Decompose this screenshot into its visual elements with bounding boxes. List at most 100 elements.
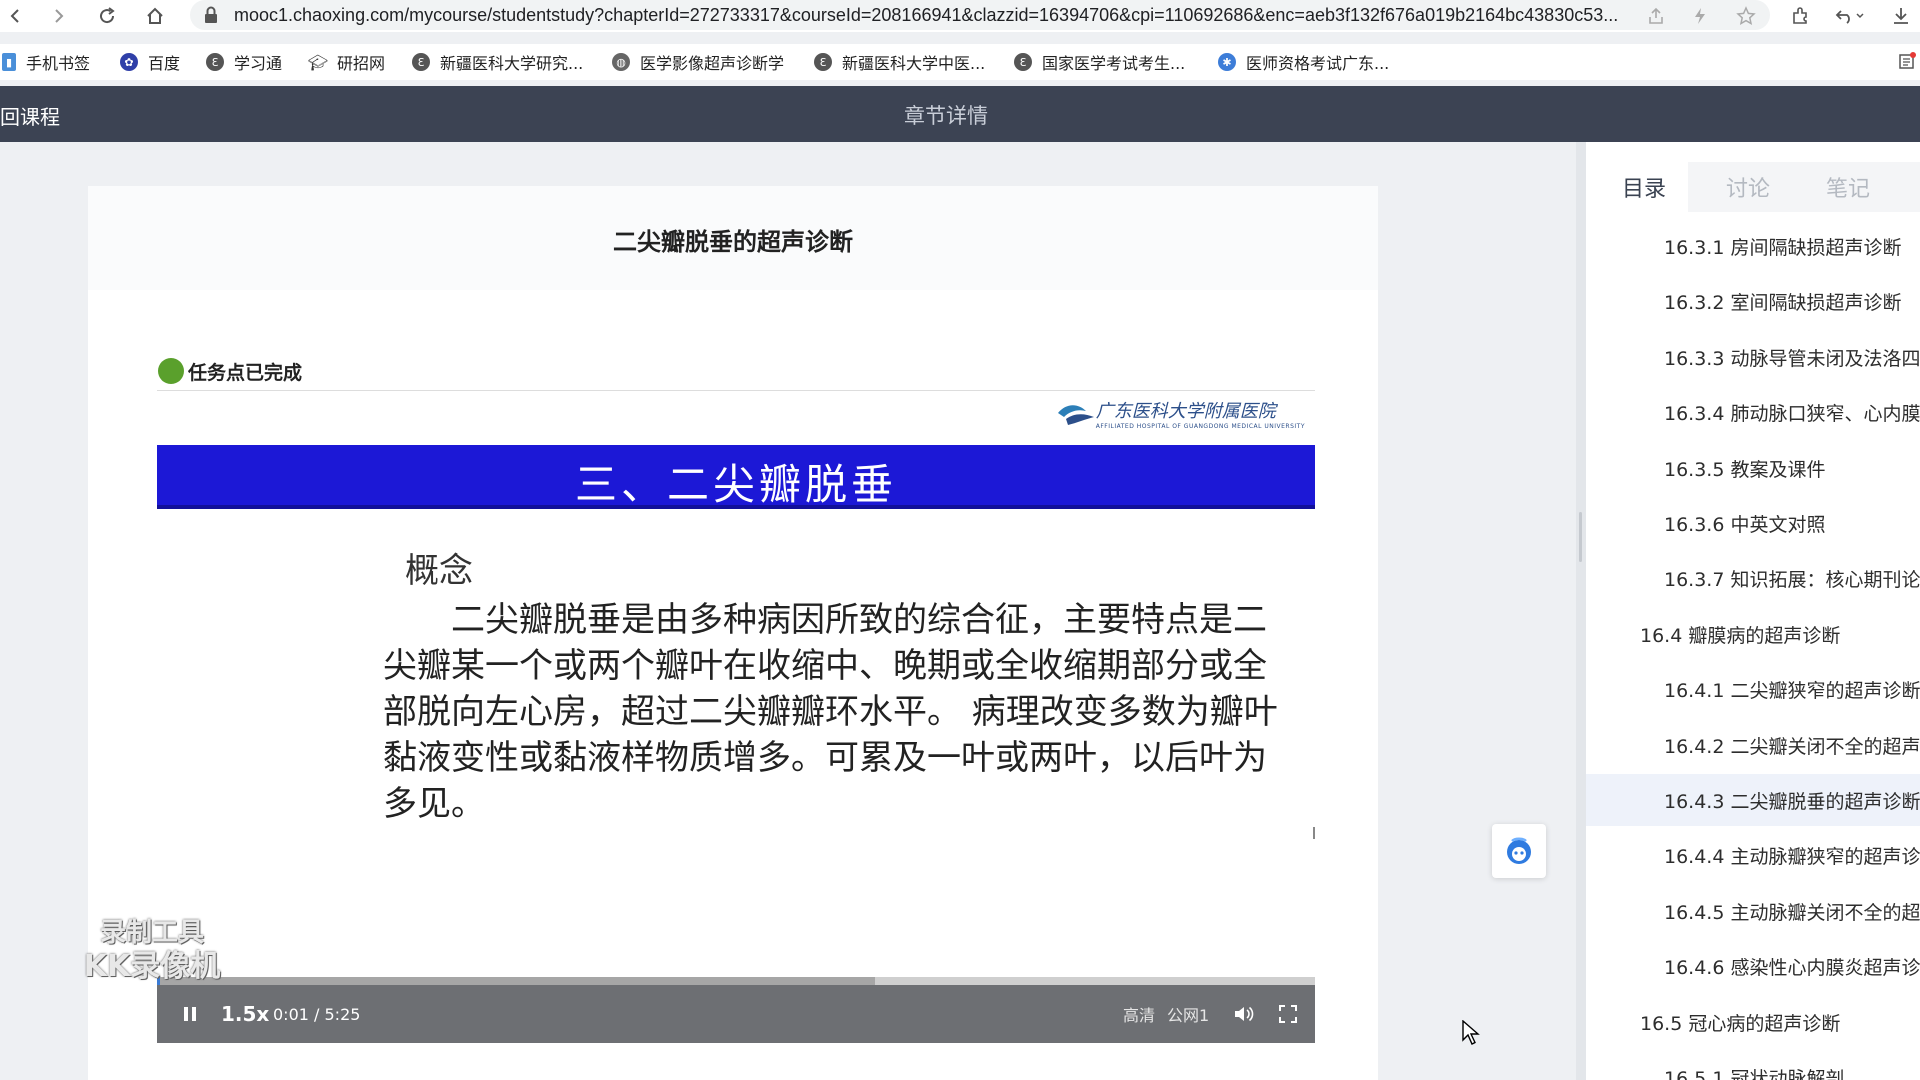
toc-lesson-item[interactable]: 16.3.4 肺动脉口狭窄、心内膜 [1586, 386, 1920, 438]
sidebar-tabs: 目录 讨论 笔记 [1600, 162, 1920, 212]
bookmark-label: 手机书签 [26, 54, 91, 73]
xuexitong-icon: Ɛ [206, 53, 224, 71]
assistant-float-button[interactable] [1492, 824, 1546, 878]
playback-rate-button[interactable]: 1.5x [221, 985, 269, 1043]
baidu-paw-icon: ✿ [120, 53, 138, 71]
mobile-bookmark-icon: ▮ [2, 53, 16, 71]
reading-list-icon[interactable] [1894, 48, 1920, 74]
lightning-icon[interactable] [1687, 3, 1713, 29]
logo-subtext: AFFILIATED HOSPITAL OF GUANGDONG MEDICAL… [1095, 423, 1305, 430]
bookmark-label: 医学影像超声诊断学 [640, 54, 785, 73]
bookmark-label: 学习通 [234, 54, 283, 73]
card-header: 二尖瓣脱垂的超声诊断 [88, 186, 1378, 290]
toc-lesson-item[interactable]: 16.4.2 二尖瓣关闭不全的超声 [1586, 719, 1920, 771]
toc-lesson-item[interactable]: 16.3.5 教案及课件 [1586, 442, 1920, 494]
chapter-title: 二尖瓣脱垂的超声诊断 [613, 228, 853, 256]
home-icon[interactable] [142, 3, 168, 29]
progress-bar[interactable] [157, 977, 1315, 985]
app-header: 回课程 章节详情 [0, 86, 1920, 142]
panel-splitter[interactable] [1576, 142, 1586, 1080]
bookmark-label: 国家医学考试考生... [1042, 54, 1186, 73]
toc-lesson-item[interactable]: 16.3.3 动脉导管未闭及法洛四 [1586, 331, 1920, 383]
bookmark-label: 新疆医科大学中医... [842, 54, 986, 73]
fullscreen-icon [1279, 1005, 1297, 1023]
player-controls: 1.5x 0:01 / 5:25 高清 公网1 [157, 985, 1315, 1043]
globe-icon: ◍ [612, 53, 630, 71]
pause-icon [184, 1007, 196, 1021]
quality-selector[interactable]: 高清 [1123, 985, 1155, 1043]
slide-body-text: 二尖瓣脱垂是由多种病因所致的综合征，主要特点是二尖瓣某一个或两个瓣叶在收缩中、晚… [383, 600, 1278, 824]
share-icon[interactable] [1643, 3, 1669, 29]
bookmark-item[interactable]: Ɛ 新疆医科大学研究... [412, 50, 583, 74]
bookmark-item[interactable]: ◍ 医学影像超声诊断学 [612, 50, 784, 74]
tab-catalog[interactable]: 目录 [1600, 162, 1689, 212]
task-status: 任务点已完成 [158, 356, 302, 386]
address-bar[interactable]: mooc1.chaoxing.com/mycourse/studentstudy… [190, 0, 1770, 30]
page-title: 章节详情 [904, 104, 988, 128]
bookmark-label: 研招网 [337, 54, 386, 73]
volume-icon [1235, 1006, 1254, 1022]
video-player[interactable]: 广东医科大学附属医院 AFFILIATED HOSPITAL OF GUANGD… [157, 390, 1315, 1043]
bookmark-item[interactable]: ✿ 百度 [120, 50, 180, 74]
toc-lesson-item[interactable]: 16.4.1 二尖瓣狭窄的超声诊断 [1586, 663, 1920, 715]
reload-icon[interactable] [94, 3, 120, 29]
lock-icon [204, 6, 218, 28]
hospital-logo-icon [1057, 404, 1094, 425]
slide-body: 二尖瓣脱垂是由多种病因所致的综合征，主要特点是二尖瓣某一个或两个瓣叶在收缩中、晚… [383, 597, 1283, 827]
bookmark-item[interactable]: 🎓︎ 研招网 [307, 50, 386, 74]
forward-arrow-icon[interactable] [46, 3, 72, 29]
line-selector[interactable]: 公网1 [1167, 985, 1209, 1043]
tab-notes[interactable]: 笔记 [1804, 162, 1892, 212]
toc-lesson-item[interactable]: 16.3.6 中英文对照 [1586, 497, 1920, 549]
tab-discussion[interactable]: 讨论 [1704, 162, 1792, 212]
bookmark-item[interactable]: ✱ 医师资格考试广东... [1218, 50, 1389, 74]
xuexitong-icon: Ɛ [412, 53, 430, 71]
recorder-watermark: 录制工具 KK录像机 [72, 916, 232, 984]
bookmark-item[interactable]: Ɛ 国家医学考试考生... [1014, 50, 1185, 74]
toc-lesson-item[interactable]: 16.4.5 主动脉瓣关闭不全的超 [1586, 885, 1920, 937]
task-complete-icon [158, 358, 184, 384]
download-icon[interactable] [1888, 3, 1914, 29]
watermark-line2: KK录像机 [83, 949, 221, 984]
toc-lesson-item[interactable]: 16.3.1 房间隔缺损超声诊断 [1586, 220, 1920, 272]
bookmark-item[interactable]: Ɛ 学习通 [206, 50, 282, 74]
undo-history-icon[interactable] [1831, 3, 1871, 29]
exam-site-icon: ✱ [1218, 53, 1236, 71]
toc-section-item[interactable]: 16.5 冠心病的超声诊断 [1586, 996, 1920, 1048]
time-display: 0:01 / 5:25 [273, 1004, 361, 1024]
extensions-icon[interactable] [1787, 3, 1813, 29]
xuexitong-icon: Ɛ [814, 53, 832, 71]
logo-text: 广东医科大学附属医院 [1095, 401, 1276, 422]
toc-lesson-item[interactable]: 16.4.3 二尖瓣脱垂的超声诊断 [1586, 774, 1920, 826]
bookmark-item[interactable]: Ɛ 新疆医科大学中医... [814, 50, 985, 74]
url-text[interactable]: mooc1.chaoxing.com/mycourse/studentstudy… [234, 5, 1618, 26]
mouse-cursor-icon [1462, 1019, 1480, 1050]
fullscreen-button[interactable] [1275, 985, 1301, 1043]
toc-lesson-item[interactable]: 16.4.4 主动脉瓣狭窄的超声诊 [1586, 829, 1920, 881]
hospital-logo: 广东医科大学附属医院 AFFILIATED HOSPITAL OF GUANGD… [1056, 397, 1305, 430]
slide-mark [1313, 827, 1315, 839]
toc-lesson-item[interactable]: 16.3.2 室间隔缺损超声诊断 [1586, 275, 1920, 327]
progress-buffered [157, 977, 875, 985]
back-to-course-link[interactable]: 回课程 [0, 101, 60, 130]
bookmark-item[interactable]: ▮ 手机书签 [2, 50, 90, 74]
slide-heading: 三、二尖瓣脱垂 [574, 460, 897, 509]
toc-lesson-item[interactable]: 16.3.7 知识拓展：核心期刊论 [1586, 552, 1920, 604]
slide-concept-label: 概念 [405, 551, 473, 591]
splitter-grip[interactable] [1579, 512, 1582, 562]
toc-lesson-item[interactable]: 16.4.6 感染性心内膜炎超声诊 [1586, 940, 1920, 992]
toc-lesson-item[interactable]: 16.5.1 冠状动脉解剖 [1586, 1051, 1920, 1080]
star-bookmark-icon[interactable] [1733, 3, 1759, 29]
volume-button[interactable] [1231, 985, 1257, 1043]
graduation-cap-icon: 🎓︎ [307, 52, 329, 72]
slide-heading-band: 三、二尖瓣脱垂 [157, 445, 1315, 509]
bookmarks-bar: ▮ 手机书签 ✿ 百度 Ɛ 学习通 🎓︎ 研招网 Ɛ 新疆医科大学研究... ◍… [0, 44, 1920, 80]
bookmark-label: 新疆医科大学研究... [440, 54, 584, 73]
xuexitong-icon: Ɛ [1014, 53, 1032, 71]
task-status-text: 任务点已完成 [188, 361, 303, 384]
bookmark-label: 医师资格考试广东... [1246, 54, 1390, 73]
toc-section-item[interactable]: 16.4 瓣膜病的超声诊断 [1586, 608, 1920, 660]
chapter-sidebar: 目录 讨论 笔记 16.3.1 房间隔缺损超声诊断 16.3.2 室间隔缺损超声诊… [1586, 142, 1920, 1080]
pause-button[interactable] [177, 985, 203, 1043]
back-arrow-icon[interactable] [2, 3, 28, 29]
